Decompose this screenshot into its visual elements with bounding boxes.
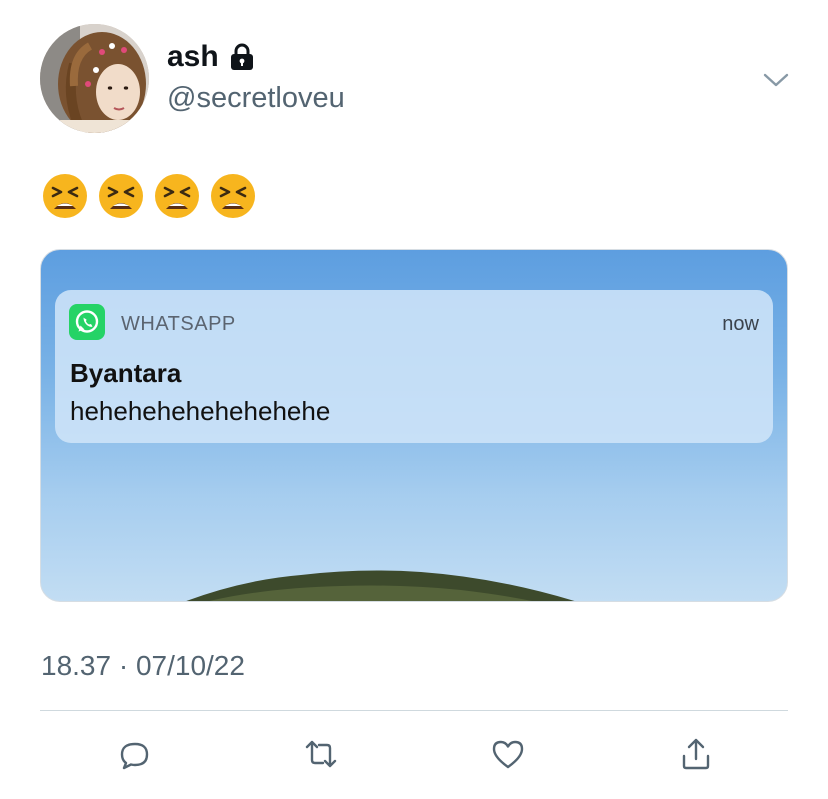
share-icon	[682, 738, 710, 770]
tired-face-emoji	[43, 174, 87, 218]
tired-face-emoji	[99, 174, 143, 218]
reply-button[interactable]	[114, 734, 154, 774]
app-name: WHATSAPP	[121, 313, 236, 335]
chevron-down-icon[interactable]	[762, 66, 790, 94]
whatsapp-icon	[69, 304, 105, 340]
tweet-timestamp[interactable]: 18.37 · 07/10/22	[41, 650, 245, 682]
like-button[interactable]	[488, 734, 528, 774]
notification-time: now	[722, 313, 759, 335]
avatar-image	[40, 24, 149, 133]
heart-icon	[492, 740, 524, 769]
notification-message: hehehehehehehehehe	[70, 396, 331, 426]
divider	[40, 710, 788, 711]
tweet-text	[42, 173, 256, 219]
author-name-row[interactable]: ash	[167, 40, 257, 74]
retweet-button[interactable]	[301, 734, 341, 774]
handle[interactable]: @secretloveu	[167, 82, 345, 115]
tired-face-emoji	[211, 174, 255, 218]
tweet-media[interactable]: WHATSAPP now Byantara hehehehehehehehehe	[40, 249, 788, 602]
display-name[interactable]: ash	[167, 40, 219, 74]
whatsapp-notification: WHATSAPP now Byantara hehehehehehehehehe	[55, 290, 773, 443]
lock-icon	[227, 42, 257, 72]
avatar[interactable]	[40, 24, 149, 133]
share-button[interactable]	[676, 734, 716, 774]
notification-sender: Byantara	[70, 358, 182, 388]
retweet-icon	[305, 740, 337, 768]
tired-face-emoji	[155, 174, 199, 218]
reply-icon	[120, 742, 149, 770]
